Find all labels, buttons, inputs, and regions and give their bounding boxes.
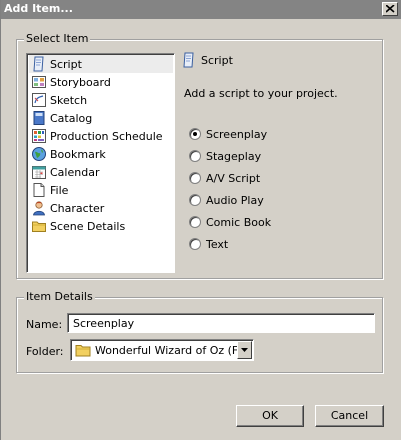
item-description: Add a script to your project. [184, 87, 338, 100]
add-item-dialog: Add Item... Select Item Script Storyboar… [0, 0, 401, 440]
list-item-file[interactable]: File [29, 181, 173, 199]
radio-screenplay[interactable] [189, 128, 201, 140]
radio-label-audio-play[interactable]: Audio Play [206, 194, 264, 207]
list-item-label: Sketch [50, 94, 88, 107]
list-item-catalog[interactable]: Catalog [29, 109, 173, 127]
list-item-calendar[interactable]: Calendar [29, 163, 173, 181]
radio-av-script[interactable] [189, 172, 201, 184]
list-item-label: Catalog [50, 112, 93, 125]
list-item-character[interactable]: Character [29, 199, 173, 217]
list-item-label: Scene Details [50, 220, 126, 233]
list-item-scene-details[interactable]: Scene Details [29, 217, 173, 235]
catalog-book-icon [33, 111, 45, 125]
selected-item-title: Script [201, 54, 233, 67]
sketch-icon [32, 93, 46, 107]
folder-icon [75, 345, 91, 357]
list-item-label: Storyboard [50, 76, 111, 89]
folder-label: Folder: [26, 345, 64, 358]
chevron-down-icon [241, 348, 248, 352]
script-page-icon [183, 52, 194, 68]
close-x-icon [386, 5, 395, 13]
list-item-label: Calendar [50, 166, 100, 179]
list-item-label: Script [50, 58, 82, 71]
list-item-label: Bookmark [50, 148, 106, 161]
radio-audio-play[interactable] [189, 194, 201, 206]
item-details-group: Item Details [16, 291, 383, 373]
title-bar[interactable]: Add Item... [1, 0, 401, 19]
radio-comic-book[interactable] [189, 216, 201, 228]
close-button[interactable] [382, 2, 398, 16]
list-item-production-schedule[interactable]: Production Schedule [29, 127, 173, 145]
cancel-button[interactable]: Cancel [315, 405, 384, 427]
file-page-icon [33, 183, 45, 197]
list-item-script[interactable]: Script [29, 55, 173, 73]
list-item-label: File [50, 184, 69, 197]
bookmark-globe-icon [32, 147, 46, 161]
select-item-group-label: Select Item [24, 32, 91, 45]
list-item-label: Character [50, 202, 105, 215]
list-item-bookmark[interactable]: Bookmark [29, 145, 173, 163]
folder-select[interactable]: Wonderful Wizard of Oz (Fi... [70, 339, 254, 361]
radio-label-stageplay[interactable]: Stageplay [206, 150, 261, 163]
item-type-list[interactable]: Script Storyboard Sketch Catalog Product… [26, 53, 175, 273]
radio-label-av-script[interactable]: A/V Script [206, 172, 260, 185]
storyboard-icon [32, 76, 46, 88]
item-details-group-label: Item Details [24, 290, 95, 303]
list-item-label: Production Schedule [50, 130, 163, 143]
radio-label-screenplay[interactable]: Screenplay [206, 128, 267, 141]
name-input[interactable] [67, 313, 375, 333]
folder-dropdown-button[interactable] [237, 341, 252, 359]
radio-label-text[interactable]: Text [206, 238, 228, 251]
schedule-grid-icon [32, 129, 46, 143]
window-title: Add Item... [4, 2, 73, 15]
list-item-sketch[interactable]: Sketch [29, 91, 173, 109]
radio-text[interactable] [189, 238, 201, 250]
folder-select-value: Wonderful Wizard of Oz (Fi... [95, 344, 252, 357]
calendar-icon [32, 166, 46, 179]
radio-label-comic-book[interactable]: Comic Book [206, 216, 271, 229]
character-person-icon [33, 201, 45, 216]
script-page-icon [33, 56, 44, 72]
ok-button[interactable]: OK [236, 405, 304, 427]
list-item-storyboard[interactable]: Storyboard [29, 73, 173, 91]
radio-stageplay[interactable] [189, 150, 201, 162]
radio-selected-dot [193, 132, 197, 136]
name-label: Name: [26, 318, 63, 331]
scene-folder-icon [32, 221, 46, 232]
